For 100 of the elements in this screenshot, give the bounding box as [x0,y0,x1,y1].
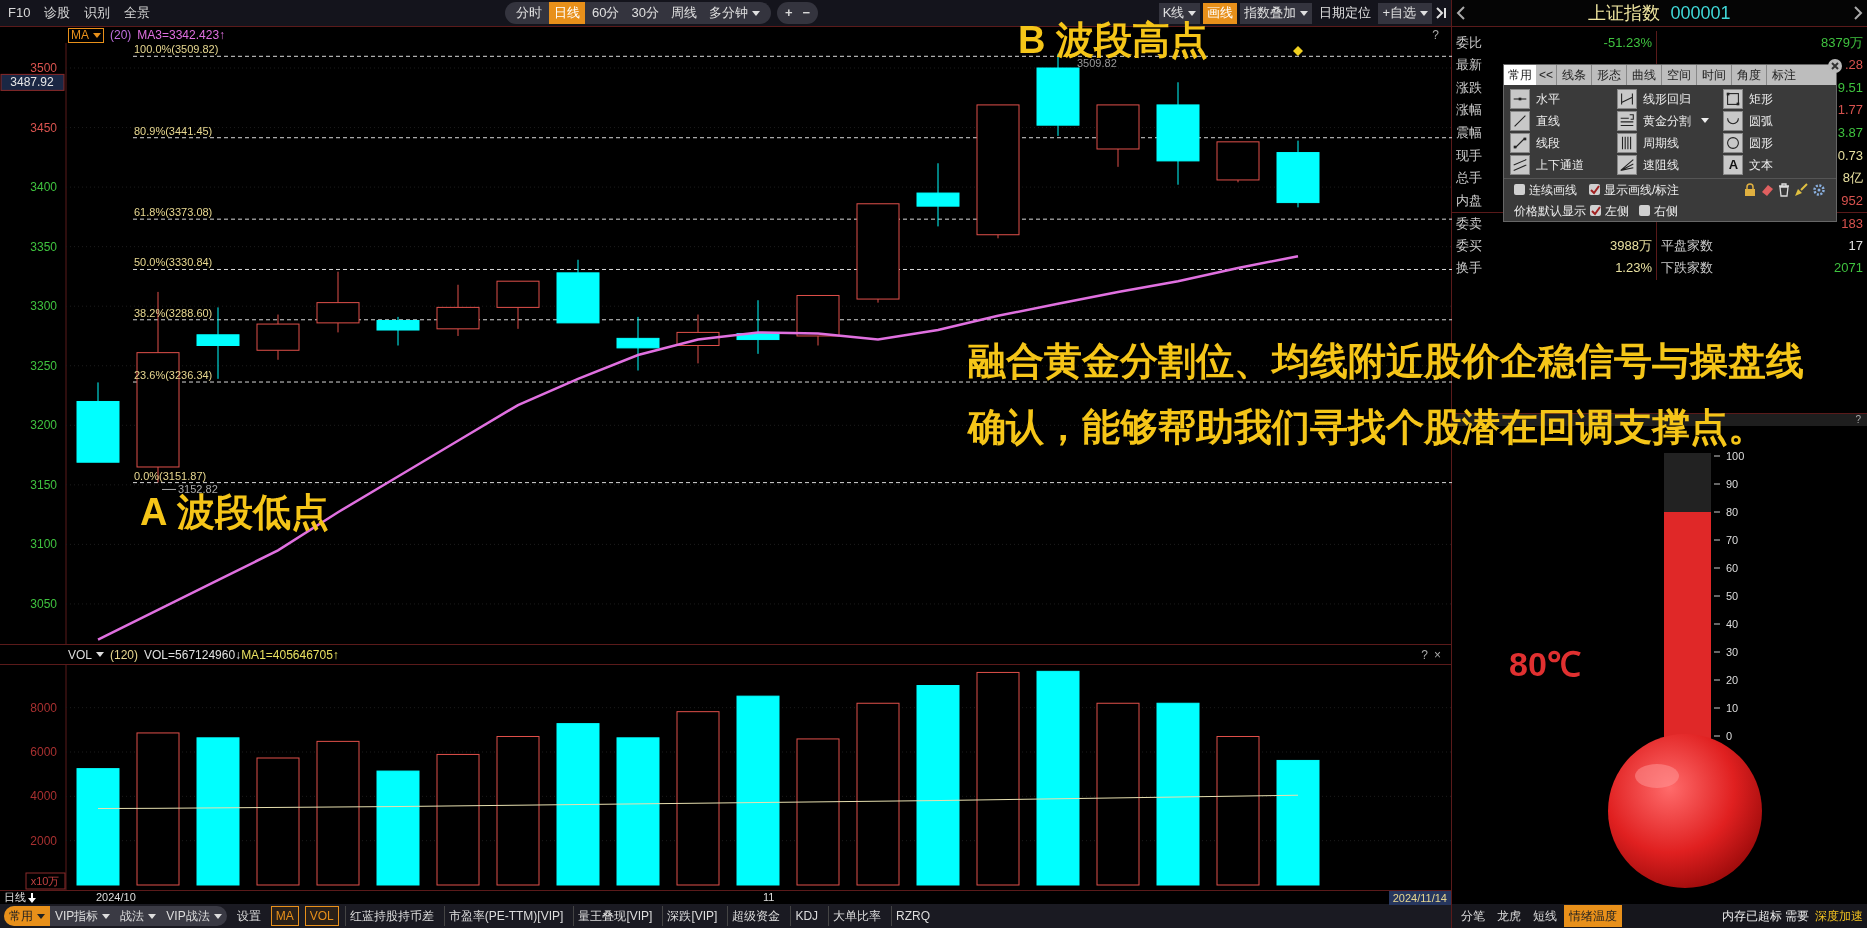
tool-icon[interactable] [1616,88,1637,109]
indicator-tab[interactable]: 深跌[VIP] [662,906,722,926]
menu-button[interactable]: 战法 [115,906,162,926]
indicator-tab[interactable]: 大单比率 [828,906,886,926]
toolbar-button[interactable]: +自选 [1378,2,1432,24]
menu-item[interactable]: 诊股 [44,3,71,23]
tool-tab[interactable]: 标注 [1766,65,1801,85]
collapse-icon[interactable] [1435,7,1447,19]
indicator-tab[interactable]: MA [270,906,299,926]
help-icon[interactable]: ? [1855,414,1861,426]
tool-label[interactable]: 水平 [1536,89,1560,108]
zoom-button[interactable]: − [802,3,811,23]
indicator-tab[interactable]: 市盈率(PE-TTM)[VIP] [443,906,568,926]
period-label: 日线 [3,890,27,906]
tool-label[interactable]: 线形回归 [1642,89,1691,108]
menu-item[interactable]: F10 [8,3,31,23]
indicator-tab[interactable]: 量王叠现[VIP] [573,906,657,926]
tool-tab[interactable]: 形态 [1591,65,1626,85]
caret-icon [751,10,760,16]
indicator-tab[interactable]: 红蓝持股持币差 [344,906,438,926]
candlestick [376,316,420,346]
indicator-select[interactable]: VOL [68,645,104,664]
toolbar-button[interactable]: 指数叠加 [1240,2,1313,24]
period-tab[interactable]: 60分 [587,2,625,24]
menu-button[interactable]: 常用 [4,906,50,926]
leader-line [161,488,177,490]
tool-label[interactable]: 圆弧 [1749,111,1774,130]
panel-tab[interactable]: 短线 [1528,905,1562,927]
next-icon[interactable] [1853,6,1863,20]
settings-button[interactable]: 设置 [232,907,265,925]
index-code: 000001 [1670,1,1731,25]
tool-tab[interactable]: 时间 [1696,65,1731,85]
checkbox[interactable] [1514,184,1525,195]
tool-icon[interactable] [1723,88,1744,109]
indicator-tab[interactable]: VOL [304,906,339,926]
indicator-tab[interactable]: KDJ [790,906,823,926]
period-tab[interactable]: 周线 [665,2,702,24]
tool-tab[interactable]: 常用 [1504,65,1536,85]
lock-icon[interactable] [1744,182,1756,197]
tool-tab[interactable]: 线条 [1556,65,1591,85]
tool-label[interactable]: 周期线 [1642,133,1679,152]
tool-icon[interactable] [1723,132,1744,153]
period-tab[interactable]: 多分钟 [703,2,765,24]
tool-label[interactable]: 矩形 [1749,89,1774,108]
quote-value: 3.87 [1837,124,1863,140]
indicator-tab[interactable]: RZRQ [891,906,935,926]
help-icon[interactable]: ? [1432,26,1451,44]
tool-tab[interactable]: 空间 [1661,65,1696,85]
axis-label: 2000 [30,833,57,848]
tool-icon[interactable]: A [1723,154,1744,175]
tool-icon[interactable] [1510,110,1530,131]
panel-tab[interactable]: 龙虎 [1492,905,1526,927]
scroll-left-button[interactable]: << [1536,66,1556,84]
indicator-select[interactable]: MA [68,27,104,43]
menu-button[interactable]: VIP指标 [50,906,116,926]
tool-label[interactable]: 黄金分割 [1642,111,1709,130]
indicator-tab[interactable]: 超级资金 [727,906,785,926]
close-icon[interactable] [1828,59,1842,73]
toolbar-button[interactable]: 日期定位 [1315,2,1376,24]
tool-label[interactable]: 上下通道 [1536,155,1584,174]
menu-item[interactable]: 全景 [124,3,151,23]
quote-label: 最新 [1455,56,1483,75]
tool-tab[interactable]: 角度 [1731,65,1766,85]
notice-link[interactable]: 深度加速 [1811,907,1867,925]
help-icon[interactable]: ? [1421,645,1428,664]
fibonacci-label: 100.0%(3509.82) [134,43,219,56]
period-tab[interactable]: 分时 [511,2,547,24]
tool-icon[interactable] [1616,132,1637,153]
tool-label[interactable]: 文本 [1749,155,1774,174]
caret-icon [93,32,101,38]
brush-icon[interactable] [1794,182,1808,197]
tool-tab[interactable]: 曲线 [1626,65,1661,85]
period-tab[interactable]: 30分 [626,2,664,24]
fibonacci-label: 23.6%(3236.34) [134,369,213,381]
tool-icon[interactable] [1510,88,1530,109]
menu-item[interactable]: 识别 [84,3,111,23]
menu-button[interactable]: VIP战法 [161,906,227,926]
panel-tab[interactable]: 情绪温度 [1564,905,1622,927]
previous-icon[interactable] [1456,6,1466,20]
panel-tab[interactable]: 分笔 [1456,905,1490,927]
tool-label[interactable]: 线段 [1536,133,1560,152]
close-icon[interactable]: × [1434,645,1451,664]
tool-icon[interactable] [1510,154,1530,175]
tool-icon[interactable] [1616,110,1637,131]
scale-label: 40 [1726,618,1739,630]
trash-icon[interactable] [1778,182,1790,197]
tool-icon[interactable] [1510,132,1530,153]
checkbox[interactable] [1590,205,1601,216]
tool-icon[interactable] [1723,110,1744,131]
tool-label[interactable]: 速阻线 [1642,155,1679,174]
tool-label[interactable]: 圆形 [1749,133,1774,152]
tool-label[interactable]: 直线 [1536,111,1560,130]
checkbox[interactable] [1639,205,1650,216]
checkbox[interactable] [1589,184,1600,195]
quote-label: 总手 [1455,169,1483,188]
zoom-button[interactable]: + [784,3,793,23]
volume-value: VOL=567124960↓ [144,646,242,664]
settings-icon[interactable] [1812,182,1826,197]
tool-icon[interactable] [1616,154,1637,175]
quote-label: 涨幅 [1455,101,1483,120]
